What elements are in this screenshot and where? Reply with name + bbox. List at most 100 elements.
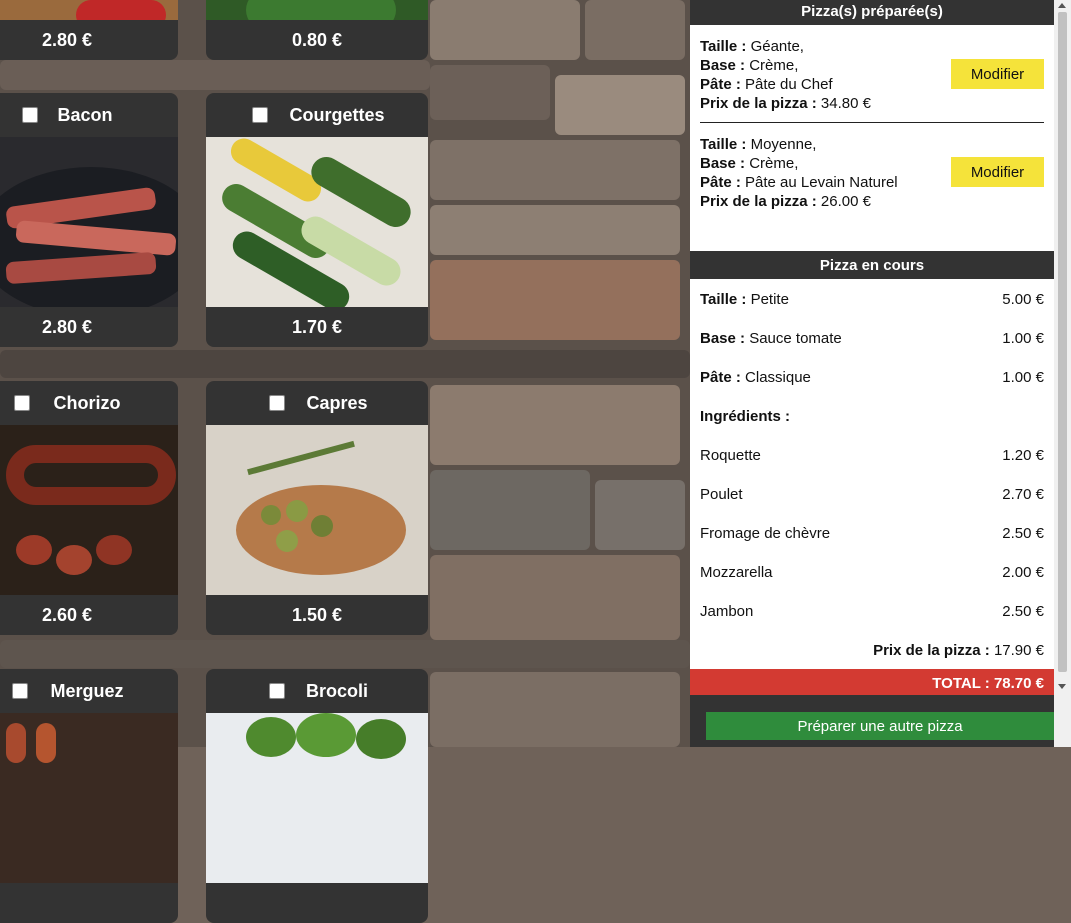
current-pizza-title: Pizza en cours xyxy=(690,251,1054,279)
select-checkbox[interactable] xyxy=(12,683,28,699)
current-pizza-details: Taille : Petite 5.00 € Base : Sauce toma… xyxy=(690,290,1054,680)
ingredient-name: Courgettes xyxy=(289,104,385,125)
ingredient-header: Capres xyxy=(206,381,428,425)
ingredient-image xyxy=(206,713,428,883)
scroll-down-icon[interactable] xyxy=(1058,684,1066,689)
select-checkbox[interactable] xyxy=(252,107,268,123)
label: Base : xyxy=(700,330,746,347)
select-checkbox[interactable] xyxy=(269,395,285,411)
ingredient-price: 2.00 € xyxy=(1002,564,1044,581)
ingredient-price: 1.70 € xyxy=(291,316,343,337)
ingredient-price: 2.70 € xyxy=(1002,486,1044,503)
ingredient-row: Mozzarella 2.00 € xyxy=(690,563,1054,602)
label: Base : xyxy=(700,155,746,172)
prepared-pizzas-list: Taille : Géante, Base : Crème, Pâte : Pâ… xyxy=(690,25,1054,230)
ingredient-name: Bacon xyxy=(57,104,113,125)
ingredient-card-bacon[interactable]: Bacon 2.80 € xyxy=(0,93,178,347)
ingredient-price: 0.80 € xyxy=(291,29,343,50)
label: Pâte : xyxy=(700,76,741,93)
ingredient-price xyxy=(0,883,178,923)
base-row: Base : Sauce tomate 1.00 € xyxy=(690,329,1054,368)
ingredient-card-capres[interactable]: Capres 1.50 € xyxy=(206,381,428,635)
ingredient-row: Roquette 1.20 € xyxy=(690,446,1054,485)
value: 34.80 € xyxy=(820,95,871,112)
prepare-another-pizza-button[interactable]: Préparer une autre pizza xyxy=(706,712,1054,740)
ingredient-name: Poulet xyxy=(700,486,743,503)
ingredient-name: Mozzarella xyxy=(700,564,773,581)
select-checkbox[interactable] xyxy=(22,107,38,123)
scrollbar[interactable] xyxy=(1054,0,1071,747)
ingredient-card[interactable]: 0.80 € xyxy=(206,0,428,60)
scroll-up-icon[interactable] xyxy=(1058,3,1066,8)
ingredient-card-chorizo[interactable]: Chorizo 2.60 € xyxy=(0,381,178,635)
ingredient-name: Brocoli xyxy=(305,680,368,701)
ingredient-image xyxy=(0,137,178,307)
value: 17.90 € xyxy=(993,642,1044,659)
modify-button[interactable]: Modifier xyxy=(951,59,1044,89)
order-panel: Pizza(s) préparée(s) Taille : Géante, Ba… xyxy=(690,0,1054,747)
value: Moyenne, xyxy=(750,136,817,153)
ingredient-header: Chorizo xyxy=(0,381,178,425)
label: Pâte : xyxy=(700,369,741,386)
ingredient-header: Merguez xyxy=(0,669,178,713)
scroll-thumb[interactable] xyxy=(1058,12,1067,672)
ingredient-card-merguez[interactable]: Merguez xyxy=(0,669,178,923)
ingredient-row: Poulet 2.70 € xyxy=(690,485,1054,524)
ingredient-image xyxy=(206,0,428,20)
dough-row: Pâte : Classique 1.00 € xyxy=(690,368,1054,407)
ingredients-heading-row: Ingrédients : xyxy=(690,407,1054,446)
label: Prix de la pizza : xyxy=(873,642,990,659)
value: Pâte du Chef xyxy=(745,76,833,93)
modify-button[interactable]: Modifier xyxy=(951,157,1044,187)
select-checkbox[interactable] xyxy=(14,395,30,411)
ingredient-price: 1.50 € xyxy=(291,604,343,625)
ingredient-header: Brocoli xyxy=(206,669,428,713)
ingredient-price: 2.80 € xyxy=(41,316,93,337)
ingredient-name: Capres xyxy=(306,392,368,413)
ingredient-image xyxy=(206,137,428,307)
label: Prix de la pizza : xyxy=(700,193,817,210)
label: Prix de la pizza : xyxy=(700,95,817,112)
select-checkbox[interactable] xyxy=(269,683,285,699)
value: Sauce tomate xyxy=(749,330,842,347)
ingredient-price: 1.20 € xyxy=(1002,447,1044,464)
ingredient-card-courgettes[interactable]: Courgettes 1.70 € xyxy=(206,93,428,347)
ingredient-name: Merguez xyxy=(50,680,124,701)
label: Base : xyxy=(700,57,746,74)
price: 1.00 € xyxy=(1002,369,1044,386)
label: Taille : xyxy=(700,38,747,55)
ingredient-price: 2.60 € xyxy=(41,604,93,625)
value: Pâte au Levain Naturel xyxy=(745,174,898,191)
value: Petite xyxy=(750,291,789,308)
ingredient-card-brocoli[interactable]: Brocoli xyxy=(206,669,428,923)
ingredient-price: 2.50 € xyxy=(1002,603,1044,620)
ingredient-image xyxy=(0,425,178,595)
ingredient-name: Jambon xyxy=(700,603,754,620)
total-bar: TOTAL : 78.70 € xyxy=(690,669,1054,695)
price: 5.00 € xyxy=(1002,291,1044,308)
ingredient-name: Fromage de chèvre xyxy=(700,525,831,542)
label: Pâte : xyxy=(700,174,741,191)
ingredient-image xyxy=(0,713,178,883)
ingredient-card[interactable]: 2.80 € xyxy=(0,0,178,60)
value: Crème, xyxy=(749,57,799,74)
ingredient-name: Roquette xyxy=(700,447,761,464)
value: 26.00 € xyxy=(820,193,871,210)
ingredient-header: Bacon xyxy=(0,93,178,137)
ingredient-price: 2.80 € xyxy=(41,29,93,50)
ingredient-name: Chorizo xyxy=(53,392,121,413)
ingredient-price: 2.50 € xyxy=(1002,525,1044,542)
ingredient-row: Jambon 2.50 € xyxy=(690,602,1054,641)
prepared-pizza: Taille : Moyenne, Base : Crème, Pâte : P… xyxy=(700,123,1044,230)
ingredient-price xyxy=(206,883,428,923)
size-row: Taille : Petite 5.00 € xyxy=(690,290,1054,329)
ingredient-row: Fromage de chèvre 2.50 € xyxy=(690,524,1054,563)
ingredient-image xyxy=(0,0,178,20)
action-bar: Préparer une autre pizza xyxy=(690,695,1054,747)
ingredient-header: Courgettes xyxy=(206,93,428,137)
price: 1.00 € xyxy=(1002,330,1044,347)
label: Taille : xyxy=(700,291,747,308)
prepared-pizzas-title: Pizza(s) préparée(s) xyxy=(690,0,1054,25)
value: Classique xyxy=(745,369,811,386)
value: Géante, xyxy=(750,38,804,55)
